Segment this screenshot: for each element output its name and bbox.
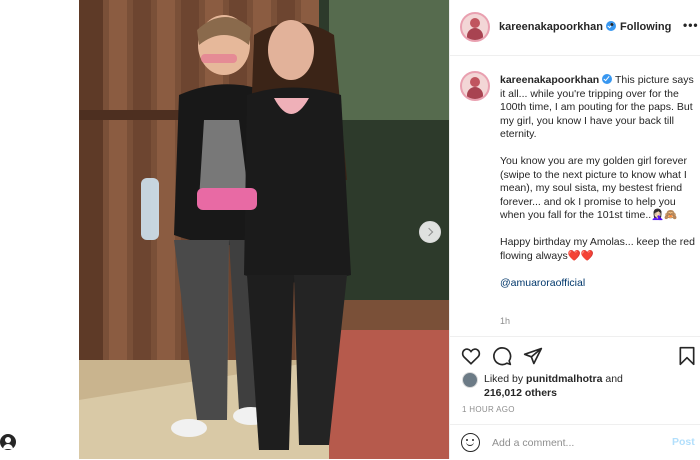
caption-age: 1h: [500, 316, 511, 326]
following-button[interactable]: Following: [620, 21, 671, 33]
share-button[interactable]: [522, 345, 544, 367]
caption-area: kareenakapoorkhan This picture says it a…: [450, 56, 700, 336]
left-gutter: [0, 0, 79, 459]
liker-username[interactable]: punitdmalhotra: [526, 373, 602, 385]
caption-paragraph-3: Happy birthday my Amolas... keep the red…: [500, 236, 695, 262]
like-button[interactable]: [460, 345, 482, 367]
profile-avatar-icon[interactable]: [0, 434, 16, 450]
emoji-icon[interactable]: [461, 433, 480, 452]
author-avatar[interactable]: [460, 12, 490, 42]
likes-count[interactable]: 216,012 others: [484, 387, 557, 399]
post-photo[interactable]: [79, 0, 449, 459]
comment-input[interactable]: [492, 435, 662, 451]
more-options-icon[interactable]: •••: [683, 18, 699, 32]
caption-avatar[interactable]: [460, 71, 490, 101]
post-side-panel: kareenakapoorkhan • Following ••• kareen…: [449, 0, 700, 459]
bookmark-icon: [679, 346, 695, 366]
post-timestamp[interactable]: 1 HOUR AGO: [462, 405, 515, 414]
post-header: kareenakapoorkhan • Following •••: [450, 0, 700, 56]
caption-paragraph-1: kareenakapoorkhan This picture says it a…: [500, 74, 696, 142]
liker-avatar[interactable]: [462, 372, 478, 388]
likes-and: and: [602, 373, 623, 385]
heart-icon: [461, 348, 481, 365]
chevron-right-icon: [424, 227, 434, 237]
caption-paragraph-2: You know you are my golden girl forever …: [500, 155, 687, 221]
post-comment-button[interactable]: Post: [672, 436, 695, 448]
header-separator: •: [610, 19, 614, 31]
post-actions: Liked by punitdmalhotra and 216,012 other…: [450, 336, 700, 459]
post-photo-illustration: [79, 0, 449, 459]
author-username-text[interactable]: kareenakapoorkhan: [499, 21, 603, 33]
share-icon: [523, 347, 543, 365]
verified-badge-icon: [602, 74, 613, 84]
save-button[interactable]: [676, 345, 698, 367]
likes-summary[interactable]: Liked by punitdmalhotra and 216,012 other…: [484, 373, 694, 400]
caption-mention-link[interactable]: @amuaroraofficial: [500, 277, 696, 291]
comment-button[interactable]: [491, 345, 513, 367]
comment-bar: Post: [450, 424, 700, 460]
comment-icon: [493, 347, 512, 366]
caption-text: kareenakapoorkhan This picture says it a…: [500, 74, 696, 304]
author-username[interactable]: kareenakapoorkhan: [499, 21, 616, 33]
carousel-next-button[interactable]: [419, 221, 441, 243]
instagram-post-window: kareenakapoorkhan • Following ••• kareen…: [0, 0, 700, 459]
likes-prefix: Liked by: [484, 373, 527, 385]
caption-username[interactable]: kareenakapoorkhan: [500, 74, 599, 86]
